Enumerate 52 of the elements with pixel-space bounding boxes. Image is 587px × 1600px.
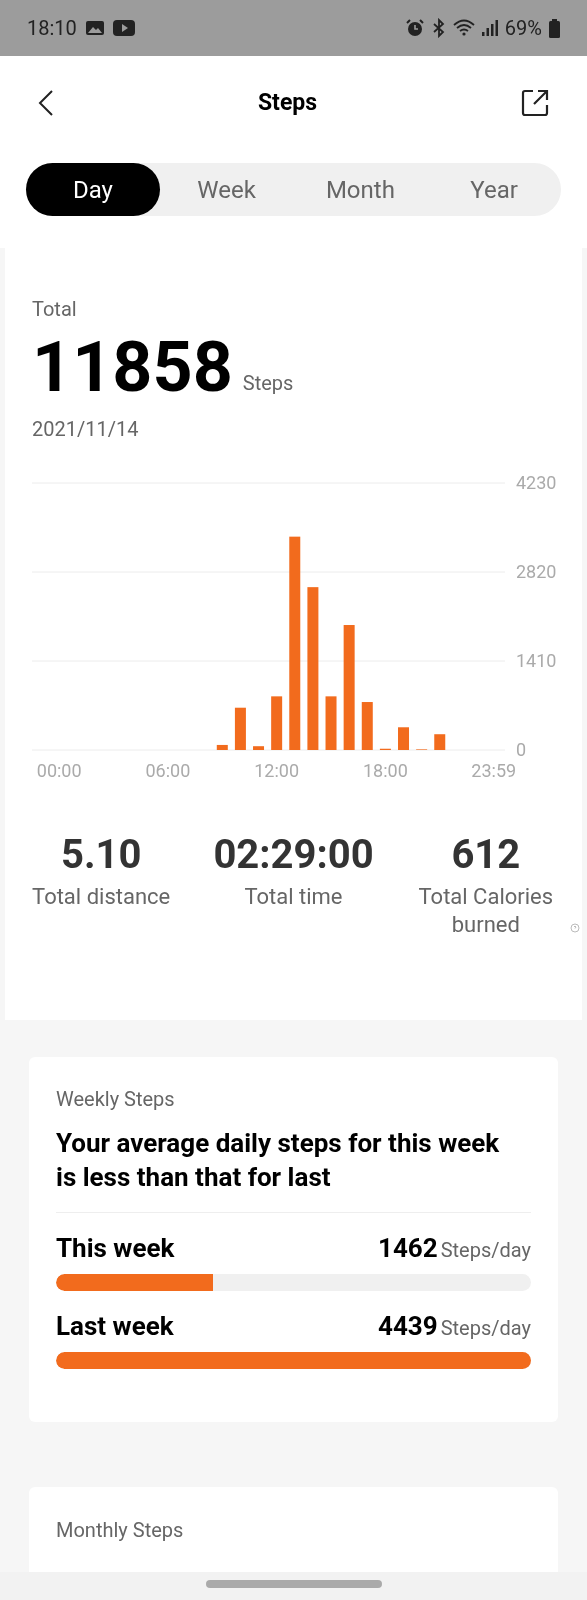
average-unit: Steps/day: [440, 1237, 531, 1264]
chart-bar: [325, 696, 337, 750]
period-tab[interactable]: Year: [427, 163, 561, 216]
chart-bar: [234, 707, 246, 750]
chart-bar: [253, 746, 265, 750]
video-play-icon: [112, 20, 135, 36]
metric-label: Total Calories burned: [417, 883, 555, 939]
steps-unit: Steps: [242, 370, 294, 397]
status-time: 18:10: [27, 15, 77, 42]
bluetooth-icon: [431, 18, 446, 38]
period-tab[interactable]: Month: [293, 163, 428, 216]
back-icon[interactable]: [38, 89, 54, 117]
metric-value: 612: [451, 831, 521, 879]
share-icon[interactable]: [521, 89, 549, 117]
week-label: Last week: [56, 1310, 174, 1343]
total-steps: 11858: [32, 332, 233, 402]
x-tick-label: 06:00: [145, 760, 191, 781]
battery-icon: [549, 18, 560, 38]
x-tick-label: 00:00: [36, 760, 82, 781]
chart-bar: [271, 696, 283, 750]
chart-bar: [398, 727, 409, 750]
period-tab[interactable]: Week: [159, 163, 294, 216]
average-unit: Steps/day: [440, 1315, 531, 1342]
metric-label: Total time: [243, 883, 344, 911]
average-steps: 1462: [378, 1229, 438, 1268]
metric-value: 5.10: [60, 831, 142, 879]
card-title: Monthly Steps: [56, 1517, 185, 1544]
page-title: Steps: [257, 87, 318, 118]
card-title: Weekly Steps: [56, 1086, 176, 1113]
image-icon: [84, 20, 105, 36]
x-tick-label: 18:00: [363, 760, 408, 781]
y-tick-label: 0: [516, 739, 527, 760]
total-label: Total: [32, 296, 78, 323]
chart-bar: [361, 702, 373, 750]
signal-icon: [481, 19, 498, 37]
alarm-icon: [404, 18, 425, 38]
weekly-headline: Your average daily steps for this week is less than that for last: [56, 1127, 501, 1194]
y-tick-label: 2820: [516, 561, 557, 582]
y-tick-label: 4230: [516, 472, 557, 493]
metric-value: 02:29:00: [213, 831, 374, 879]
chart-bar: [216, 744, 228, 750]
wifi-icon: [452, 19, 475, 37]
battery-percentage: 69%: [504, 15, 542, 42]
average-steps: 4439: [378, 1307, 438, 1346]
period-tab[interactable]: Day: [26, 163, 160, 216]
week-label: This week: [56, 1232, 175, 1265]
metric-label: Total distance: [31, 883, 172, 911]
chart-bar: [434, 734, 446, 750]
x-tick-label: 12:00: [254, 760, 300, 781]
date-label: 2021/11/14: [32, 416, 140, 443]
x-tick-label: 23:59: [471, 760, 517, 781]
y-tick-label: 1410: [516, 650, 557, 671]
